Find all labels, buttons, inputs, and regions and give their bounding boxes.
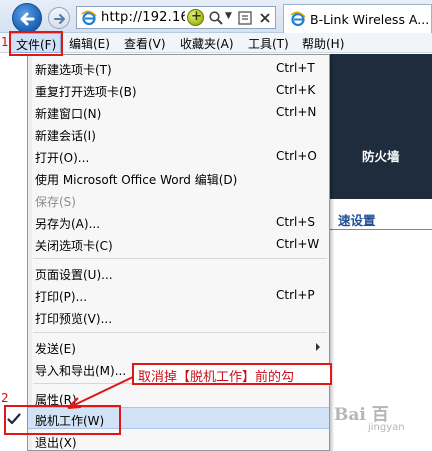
watermark-sub: jingyan — [368, 422, 405, 433]
baidu-watermark: Bai 百 jingyan — [318, 400, 432, 450]
annotation-callout: 取消掉【脱机工作】前的勾 — [132, 363, 332, 385]
